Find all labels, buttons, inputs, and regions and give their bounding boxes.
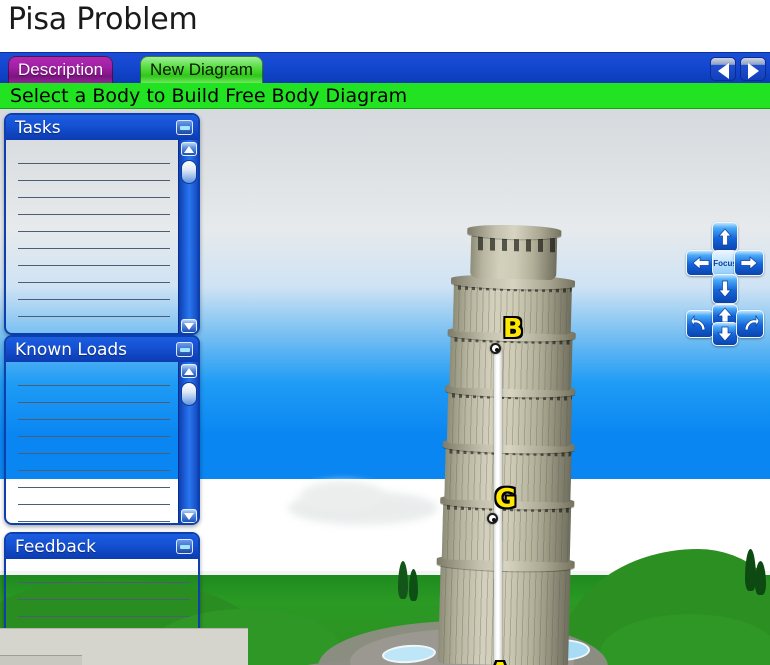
camera-focus-pad[interactable]: Focus <box>686 222 764 346</box>
tab-new-diagram[interactable]: New Diagram <box>140 56 263 83</box>
rotate-right-button[interactable] <box>736 310 764 338</box>
panel-tasks-titlebar: Tasks <box>6 115 198 140</box>
tower-tier-3 <box>446 389 573 447</box>
panel-known-loads-content[interactable] <box>6 362 178 523</box>
rotate-right-icon <box>744 314 760 331</box>
panel-known-loads-title: Known Loads <box>15 339 128 360</box>
point-label-b[interactable]: B <box>502 313 525 346</box>
panel-tasks-content[interactable] <box>6 140 178 333</box>
triangle-left-icon <box>717 62 729 79</box>
arrow-down-icon <box>718 280 732 298</box>
leaning-tower-object[interactable] <box>428 223 589 665</box>
arrow-down-wide-icon <box>717 326 733 342</box>
next-button[interactable] <box>740 57 766 81</box>
scroll-up-icon[interactable] <box>180 364 197 378</box>
arrow-up-icon <box>718 228 732 246</box>
tab-description-label: Description <box>18 60 104 79</box>
panel-known-loads[interactable]: Known Loads <box>4 335 200 525</box>
point-label-g[interactable]: G <box>493 483 517 516</box>
panel-tasks-title: Tasks <box>15 117 61 138</box>
minimize-icon[interactable] <box>176 539 193 554</box>
scroll-down-icon[interactable] <box>180 509 197 523</box>
panel-feedback-title: Feedback <box>15 536 96 557</box>
cypress-tree <box>398 561 408 599</box>
panel-tasks-body <box>6 140 198 333</box>
panel-known-loads-body <box>6 362 198 523</box>
panel-tasks[interactable]: Tasks <box>4 113 200 335</box>
tower-belfry <box>470 232 558 281</box>
point-label-a[interactable]: A <box>488 657 511 665</box>
tab-new-diagram-label: New Diagram <box>150 60 253 79</box>
cloud <box>300 481 384 511</box>
scrollbar-thumb[interactable] <box>180 382 197 406</box>
panel-tasks-scrollbar[interactable] <box>178 140 198 333</box>
tower-flutes <box>446 389 573 447</box>
status-bar: Select a Body to Build Free Body Diagram <box>0 83 770 109</box>
cypress-tree <box>755 561 766 595</box>
pan-down-button[interactable] <box>712 274 738 304</box>
panel-known-loads-titlebar: Known Loads <box>6 337 198 362</box>
tab-bar: Description New Diagram <box>0 52 770 83</box>
arrow-left-icon <box>692 256 710 270</box>
minimize-icon[interactable] <box>176 342 193 357</box>
tower-tier-base <box>438 563 571 665</box>
scroll-up-icon[interactable] <box>180 142 197 156</box>
tower-flutes <box>438 563 571 665</box>
previous-button[interactable] <box>710 57 736 81</box>
point-marker-b[interactable] <box>490 343 501 354</box>
tab-description[interactable]: Description <box>8 56 114 83</box>
triangle-right-icon <box>747 62 759 79</box>
rotate-left-button[interactable] <box>686 310 714 338</box>
panel-known-loads-scrollbar[interactable] <box>178 362 198 523</box>
scrollbar-thumb[interactable] <box>180 160 197 184</box>
zoom-out-button[interactable] <box>712 322 738 346</box>
point-marker-g[interactable] <box>487 513 498 524</box>
rotate-left-icon <box>690 314 706 331</box>
pan-right-button[interactable] <box>734 250 764 276</box>
status-message: Select a Body to Build Free Body Diagram <box>10 84 408 107</box>
scroll-down-icon[interactable] <box>180 319 197 333</box>
panel-feedback-body <box>6 559 198 663</box>
panel-feedback-titlebar: Feedback <box>6 534 198 559</box>
panel-feedback[interactable]: Feedback <box>4 532 200 665</box>
arrow-up-wide-icon <box>717 307 733 323</box>
minimize-icon[interactable] <box>176 120 193 135</box>
pan-up-button[interactable] <box>712 222 738 252</box>
scrollbar-track[interactable] <box>179 378 198 509</box>
page-title: Pisa Problem <box>8 2 198 37</box>
scrollbar-track[interactable] <box>179 156 198 319</box>
panel-feedback-content[interactable] <box>6 559 198 663</box>
arrow-right-icon <box>740 256 758 270</box>
